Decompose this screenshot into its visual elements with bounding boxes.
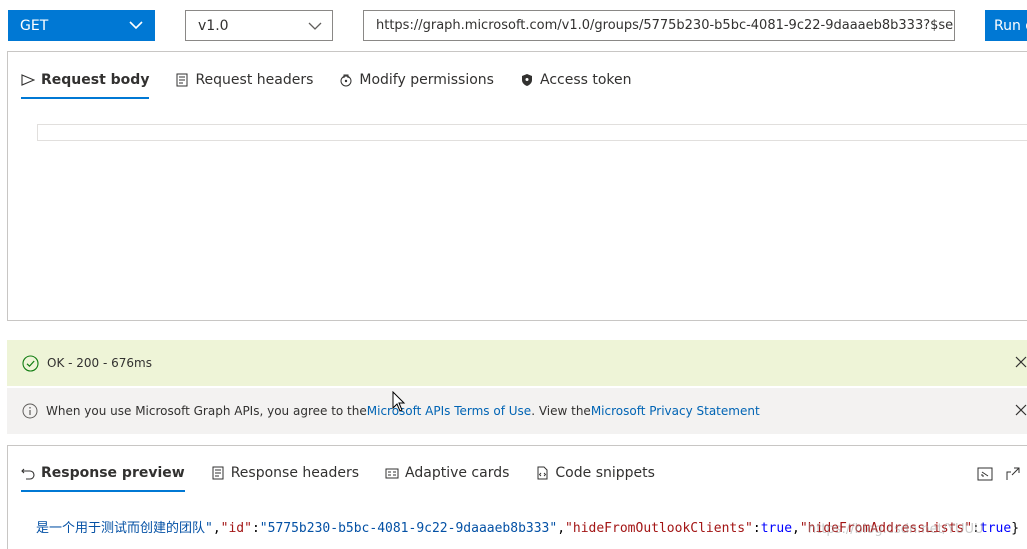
response-actions <box>977 466 1021 482</box>
headers-icon <box>212 466 224 480</box>
version-dropdown[interactable]: v1.0 <box>185 10 333 41</box>
privacy-link[interactable]: Microsoft Privacy Statement <box>591 404 760 418</box>
tab-access-token[interactable]: Access token <box>520 66 632 94</box>
request-body-icon <box>21 74 35 86</box>
check-circle-icon <box>22 354 39 372</box>
tab-adaptive-cards[interactable]: Adaptive cards <box>385 459 509 487</box>
json-val-id: "5775b230-b5bc-4081-9c22-9daaaeb8b333" <box>259 521 558 536</box>
json-val-hide-outlook: true <box>760 521 793 536</box>
info-bar: When you use Microsoft Graph APIs, you a… <box>7 388 1027 434</box>
info-middle: . View the <box>531 404 591 418</box>
request-panel: Request body Request headers Modify perm… <box>7 51 1027 321</box>
share-icon[interactable] <box>1005 466 1021 482</box>
json-key-id: "id" <box>220 521 252 536</box>
token-icon <box>521 74 532 86</box>
expand-icon[interactable] <box>977 466 993 482</box>
tab-modify-permissions[interactable]: Modify permissions <box>339 66 494 94</box>
tab-response-preview[interactable]: Response preview <box>21 459 185 492</box>
tab-response-headers[interactable]: Response headers <box>211 459 359 487</box>
status-text: OK - 200 - 676ms <box>47 356 152 370</box>
json-val-hide-address: true <box>979 521 1012 536</box>
tab-code-snippets[interactable]: Code snippets <box>535 459 655 487</box>
permissions-icon <box>340 74 352 87</box>
version-label: v1.0 <box>198 17 229 34</box>
status-bar-success: OK - 200 - 676ms <box>7 340 1027 386</box>
close-icon[interactable] <box>1015 356 1027 368</box>
chevron-down-icon <box>129 21 143 30</box>
response-tabs: Response preview Response headers Adapti… <box>21 459 655 492</box>
info-prefix: When you use Microsoft Graph APIs, you a… <box>46 404 367 418</box>
json-fragment: 是一个用于测试而创建的团队" <box>36 521 213 536</box>
close-icon[interactable] <box>1015 404 1027 416</box>
http-method-label: GET <box>20 17 49 34</box>
info-icon <box>22 403 38 419</box>
preview-icon <box>21 468 35 480</box>
json-closing: } <box>1011 521 1020 536</box>
headers-icon <box>176 73 188 87</box>
request-tabs: Request body Request headers Modify perm… <box>21 66 632 99</box>
snippets-icon <box>537 466 548 480</box>
json-key-hide-outlook: "hideFromOutlookClients" <box>565 521 753 536</box>
tab-request-headers[interactable]: Request headers <box>175 66 313 94</box>
run-query-button[interactable]: Run q <box>985 10 1027 41</box>
http-method-dropdown[interactable]: GET <box>8 10 155 41</box>
run-query-label: Run q <box>994 17 1027 34</box>
cards-icon <box>385 468 399 479</box>
tab-request-body[interactable]: Request body <box>21 66 150 99</box>
watermark: https://blog.csdn.net/YUUU <box>808 522 984 537</box>
url-input[interactable]: https://graph.microsoft.com/v1.0/groups/… <box>363 10 955 41</box>
url-text: https://graph.microsoft.com/v1.0/groups/… <box>376 18 955 33</box>
mouse-cursor-icon <box>392 391 406 412</box>
request-body-editor[interactable] <box>37 124 1027 141</box>
chevron-down-icon <box>308 22 322 30</box>
